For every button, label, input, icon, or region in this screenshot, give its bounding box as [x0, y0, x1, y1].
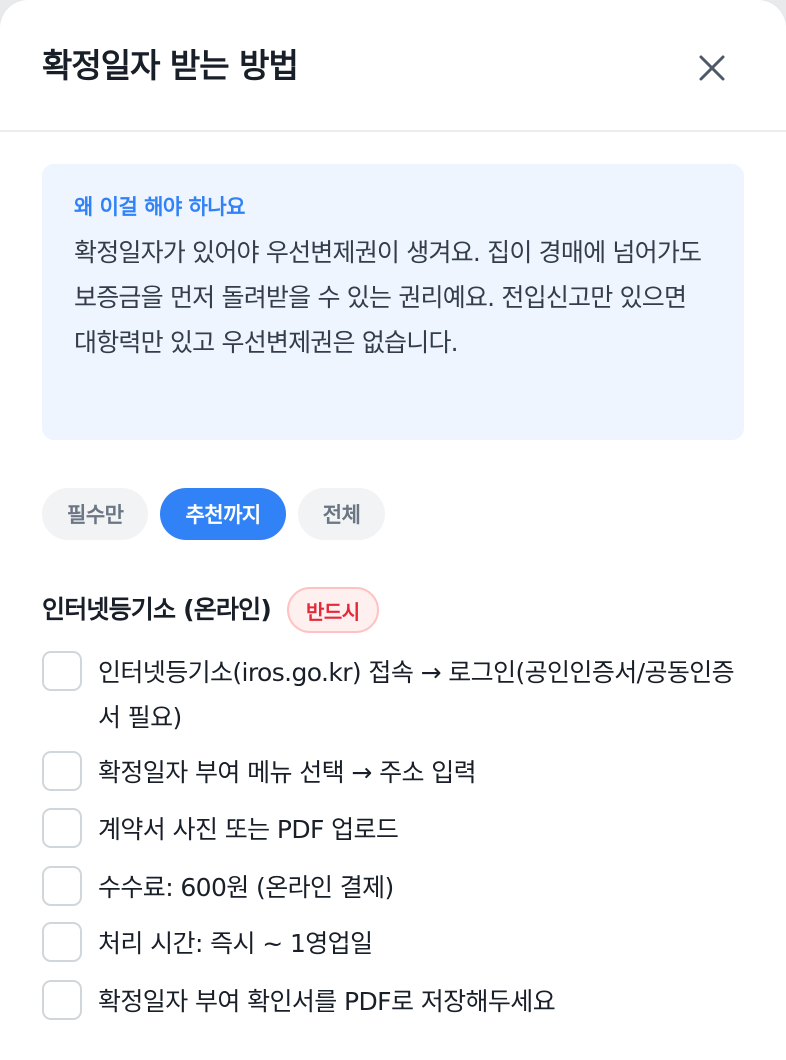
checkbox[interactable]: [42, 808, 82, 848]
checklist-item-label: 인터넷등기소(iros.go.kr) 접속 → 로그인(공인인증서/공동인증서 …: [98, 658, 735, 732]
info-body: 확정일자가 있어야 우선변제권이 생겨요. 집이 경매에 넘어가도 보증금을 먼…: [74, 238, 702, 357]
checklist-item-label: 확정일자 부여 메뉴 선택 → 주소 입력: [98, 758, 477, 787]
dialog-header: 확정일자 받는 방법: [0, 0, 786, 132]
filter-chip-required[interactable]: 필수만: [42, 488, 149, 540]
section-title: 인터넷등기소 (온라인): [42, 595, 272, 624]
checkbox[interactable]: [42, 866, 82, 906]
checkbox[interactable]: [42, 922, 82, 962]
close-icon: [699, 55, 725, 81]
info-callout: 왜 이걸 해야 하나요 확정일자가 있어야 우선변제권이 생겨요. 집이 경매에…: [42, 164, 744, 440]
dialog-title: 확정일자 받는 방법: [42, 46, 299, 85]
checkbox[interactable]: [42, 651, 82, 691]
checklist-item-5[interactable]: 처리 시간: 즉시 ~ 1영업일: [42, 921, 738, 966]
checkbox[interactable]: [42, 980, 82, 1020]
checklist-item-3[interactable]: 계약서 사진 또는 PDF 업로드: [42, 807, 738, 852]
checklist-item-2[interactable]: 확정일자 부여 메뉴 선택 → 주소 입력: [42, 750, 738, 795]
checklist-item-4[interactable]: 수수료: 600원 (온라인 결제): [42, 865, 738, 910]
checklist-item-1[interactable]: 인터넷등기소(iros.go.kr) 접속 → 로그인(공인인증서/공동인증서 …: [42, 650, 738, 740]
filter-chip-recommended[interactable]: 추천까지: [160, 488, 286, 540]
checkbox[interactable]: [42, 751, 82, 791]
bottom-sheet-dialog: 확정일자 받는 방법 왜 이걸 해야 하나요 확정일자가 있어야 우선변제권이 …: [0, 0, 786, 1060]
checklist-item-label: 확정일자 부여 확인서를 PDF로 저장해두세요: [98, 987, 556, 1016]
close-button[interactable]: [688, 44, 736, 92]
info-label: 왜 이걸 해야 하나요: [74, 195, 246, 219]
required-badge: 반드시: [286, 587, 379, 633]
filter-chips: 필수만 추천까지 전체: [42, 488, 386, 540]
section-header: 인터넷등기소 (온라인) 반드시: [42, 586, 379, 634]
checklist-item-label: 수수료: 600원 (온라인 결제): [98, 873, 394, 902]
checklist-item-label: 계약서 사진 또는 PDF 업로드: [98, 815, 399, 844]
checklist-item-label: 처리 시간: 즉시 ~ 1영업일: [98, 929, 373, 958]
filter-chip-all[interactable]: 전체: [297, 488, 386, 540]
checklist-item-6[interactable]: 확정일자 부여 확인서를 PDF로 저장해두세요: [42, 979, 738, 1024]
